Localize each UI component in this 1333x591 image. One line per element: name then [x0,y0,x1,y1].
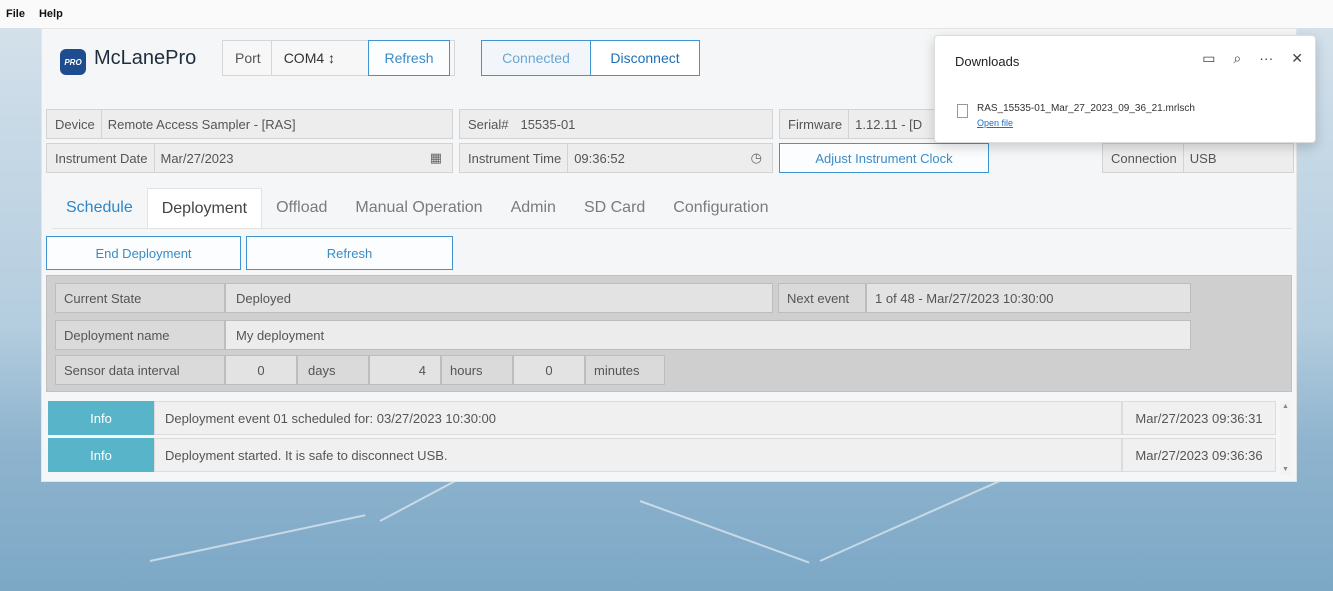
download-file-name[interactable]: RAS_15535-01_Mar_27_2023_09_36_21.mrlsch [977,103,1195,114]
tab-configuration[interactable]: Configuration [659,188,782,228]
log-row: Info Deployment event 01 scheduled for: … [48,401,1276,435]
log-level-badge: Info [48,438,154,472]
next-event-label: Next event [778,283,866,313]
event-log: Info Deployment event 01 scheduled for: … [48,401,1276,475]
interval-hours-label: hours [441,355,513,385]
connection-value: USB [1182,144,1223,172]
menu-bar: File Help [0,0,1333,28]
device-value: Remote Access Sampler - [RAS] [100,110,302,138]
downloads-toolbar: ▭ ⌕ ··· ✕ [1202,50,1303,67]
serial-value: 15535-01 [520,116,576,132]
instrument-time-field: Instrument Time 09:36:52 ◷ [459,143,773,173]
tab-sd-card[interactable]: SD Card [570,188,659,228]
file-icon [957,104,968,118]
interval-minutes-input[interactable]: 0 [513,355,585,385]
interval-minutes-label: minutes [585,355,665,385]
menu-help[interactable]: Help [39,8,63,20]
end-deployment-button[interactable]: End Deployment [46,236,241,270]
disconnect-button[interactable]: Disconnect [591,41,699,75]
background-decoration [149,514,366,562]
sensor-interval-label: Sensor data interval [55,355,225,385]
tab-manual-operation[interactable]: Manual Operation [341,188,496,228]
instrument-time-label: Instrument Time [468,150,562,166]
instrument-date-field: Instrument Date Mar/27/2023 ▦ [46,143,453,173]
log-timestamp: Mar/27/2023 09:36:36 [1122,438,1276,472]
port-label: Port [235,50,261,66]
serial-field: Serial# 15535-01 [459,109,773,139]
tab-bar: Schedule Deployment Offload Manual Opera… [52,188,782,228]
tab-divider [52,228,1292,229]
firmware-value: 1.12.11 - [D [848,110,928,138]
tab-deployment[interactable]: Deployment [146,188,263,228]
log-row: Info Deployment started. It is safe to d… [48,438,1276,472]
next-event-value: 1 of 48 - Mar/27/2023 10:30:00 [866,283,1191,313]
downloads-panel: Downloads ▭ ⌕ ··· ✕ RAS_15535-01_Mar_27_… [934,35,1316,143]
scroll-down-icon[interactable]: ▼ [1282,466,1289,473]
search-icon[interactable]: ⌕ [1233,50,1241,67]
connection-label: Connection [1111,150,1177,166]
more-icon[interactable]: ··· [1259,50,1273,67]
menu-file[interactable]: File [6,8,25,20]
firmware-label: Firmware [788,116,843,132]
logo-icon: PRO [60,49,86,75]
tab-schedule[interactable]: Schedule [52,188,147,228]
device-field: Device Remote Access Sampler - [RAS] [46,109,453,139]
background-decoration [639,500,810,564]
log-level-badge: Info [48,401,154,435]
device-label: Device [55,116,95,132]
scroll-up-icon[interactable]: ▲ [1282,403,1289,410]
interval-days-input[interactable]: 0 [225,355,297,385]
refresh-ports-button[interactable]: Refresh [368,40,450,76]
folder-icon[interactable]: ▭ [1202,50,1215,67]
device-info-row: Device Remote Access Sampler - [RAS] Ser… [46,109,969,139]
interval-days-label: days [297,355,369,385]
current-state-label: Current State [55,283,225,313]
refresh-deployment-button[interactable]: Refresh [246,236,453,270]
instrument-clock-row: Instrument Date Mar/27/2023 ▦ Instrument… [46,143,1294,173]
instrument-date-label: Instrument Date [55,150,148,166]
serial-label: Serial# [468,116,509,132]
log-scrollbar[interactable]: ▲ ▼ [1280,401,1292,475]
calendar-icon[interactable]: ▦ [420,150,452,166]
downloads-title: Downloads [955,54,1020,69]
sensor-interval-row: Sensor data interval 0 days 4 hours 0 mi… [55,355,665,385]
app-logo-text: McLanePro [94,47,197,69]
log-message: Deployment event 01 scheduled for: 03/27… [154,401,1122,435]
adjust-clock-button[interactable]: Adjust Instrument Clock [779,143,989,173]
log-message: Deployment started. It is safe to discon… [154,438,1122,472]
port-select[interactable]: COM4 ↕ [270,41,347,75]
open-file-link[interactable]: Open file [977,118,1013,128]
log-timestamp: Mar/27/2023 09:36:31 [1122,401,1276,435]
deployment-name-label: Deployment name [55,320,225,350]
deployment-name-row: Deployment name My deployment [55,320,1191,350]
tab-offload[interactable]: Offload [262,188,341,228]
clock-icon[interactable]: ◷ [741,150,772,166]
connection-field: Connection USB [1102,143,1294,173]
deployment-panel: Current State Deployed Next event 1 of 4… [46,275,1292,392]
connection-toggle: Connected Disconnect [481,40,700,76]
interval-hours-input[interactable]: 4 [369,355,441,385]
instrument-date-value[interactable]: Mar/27/2023 [153,144,420,172]
close-icon[interactable]: ✕ [1291,50,1303,67]
current-state-value: Deployed [225,283,773,313]
current-state-row: Current State Deployed Next event 1 of 4… [55,283,1191,313]
deployment-name-input[interactable]: My deployment [225,320,1191,350]
instrument-time-value[interactable]: 09:36:52 [567,144,740,172]
connected-button[interactable]: Connected [482,41,591,75]
tab-admin[interactable]: Admin [497,188,570,228]
